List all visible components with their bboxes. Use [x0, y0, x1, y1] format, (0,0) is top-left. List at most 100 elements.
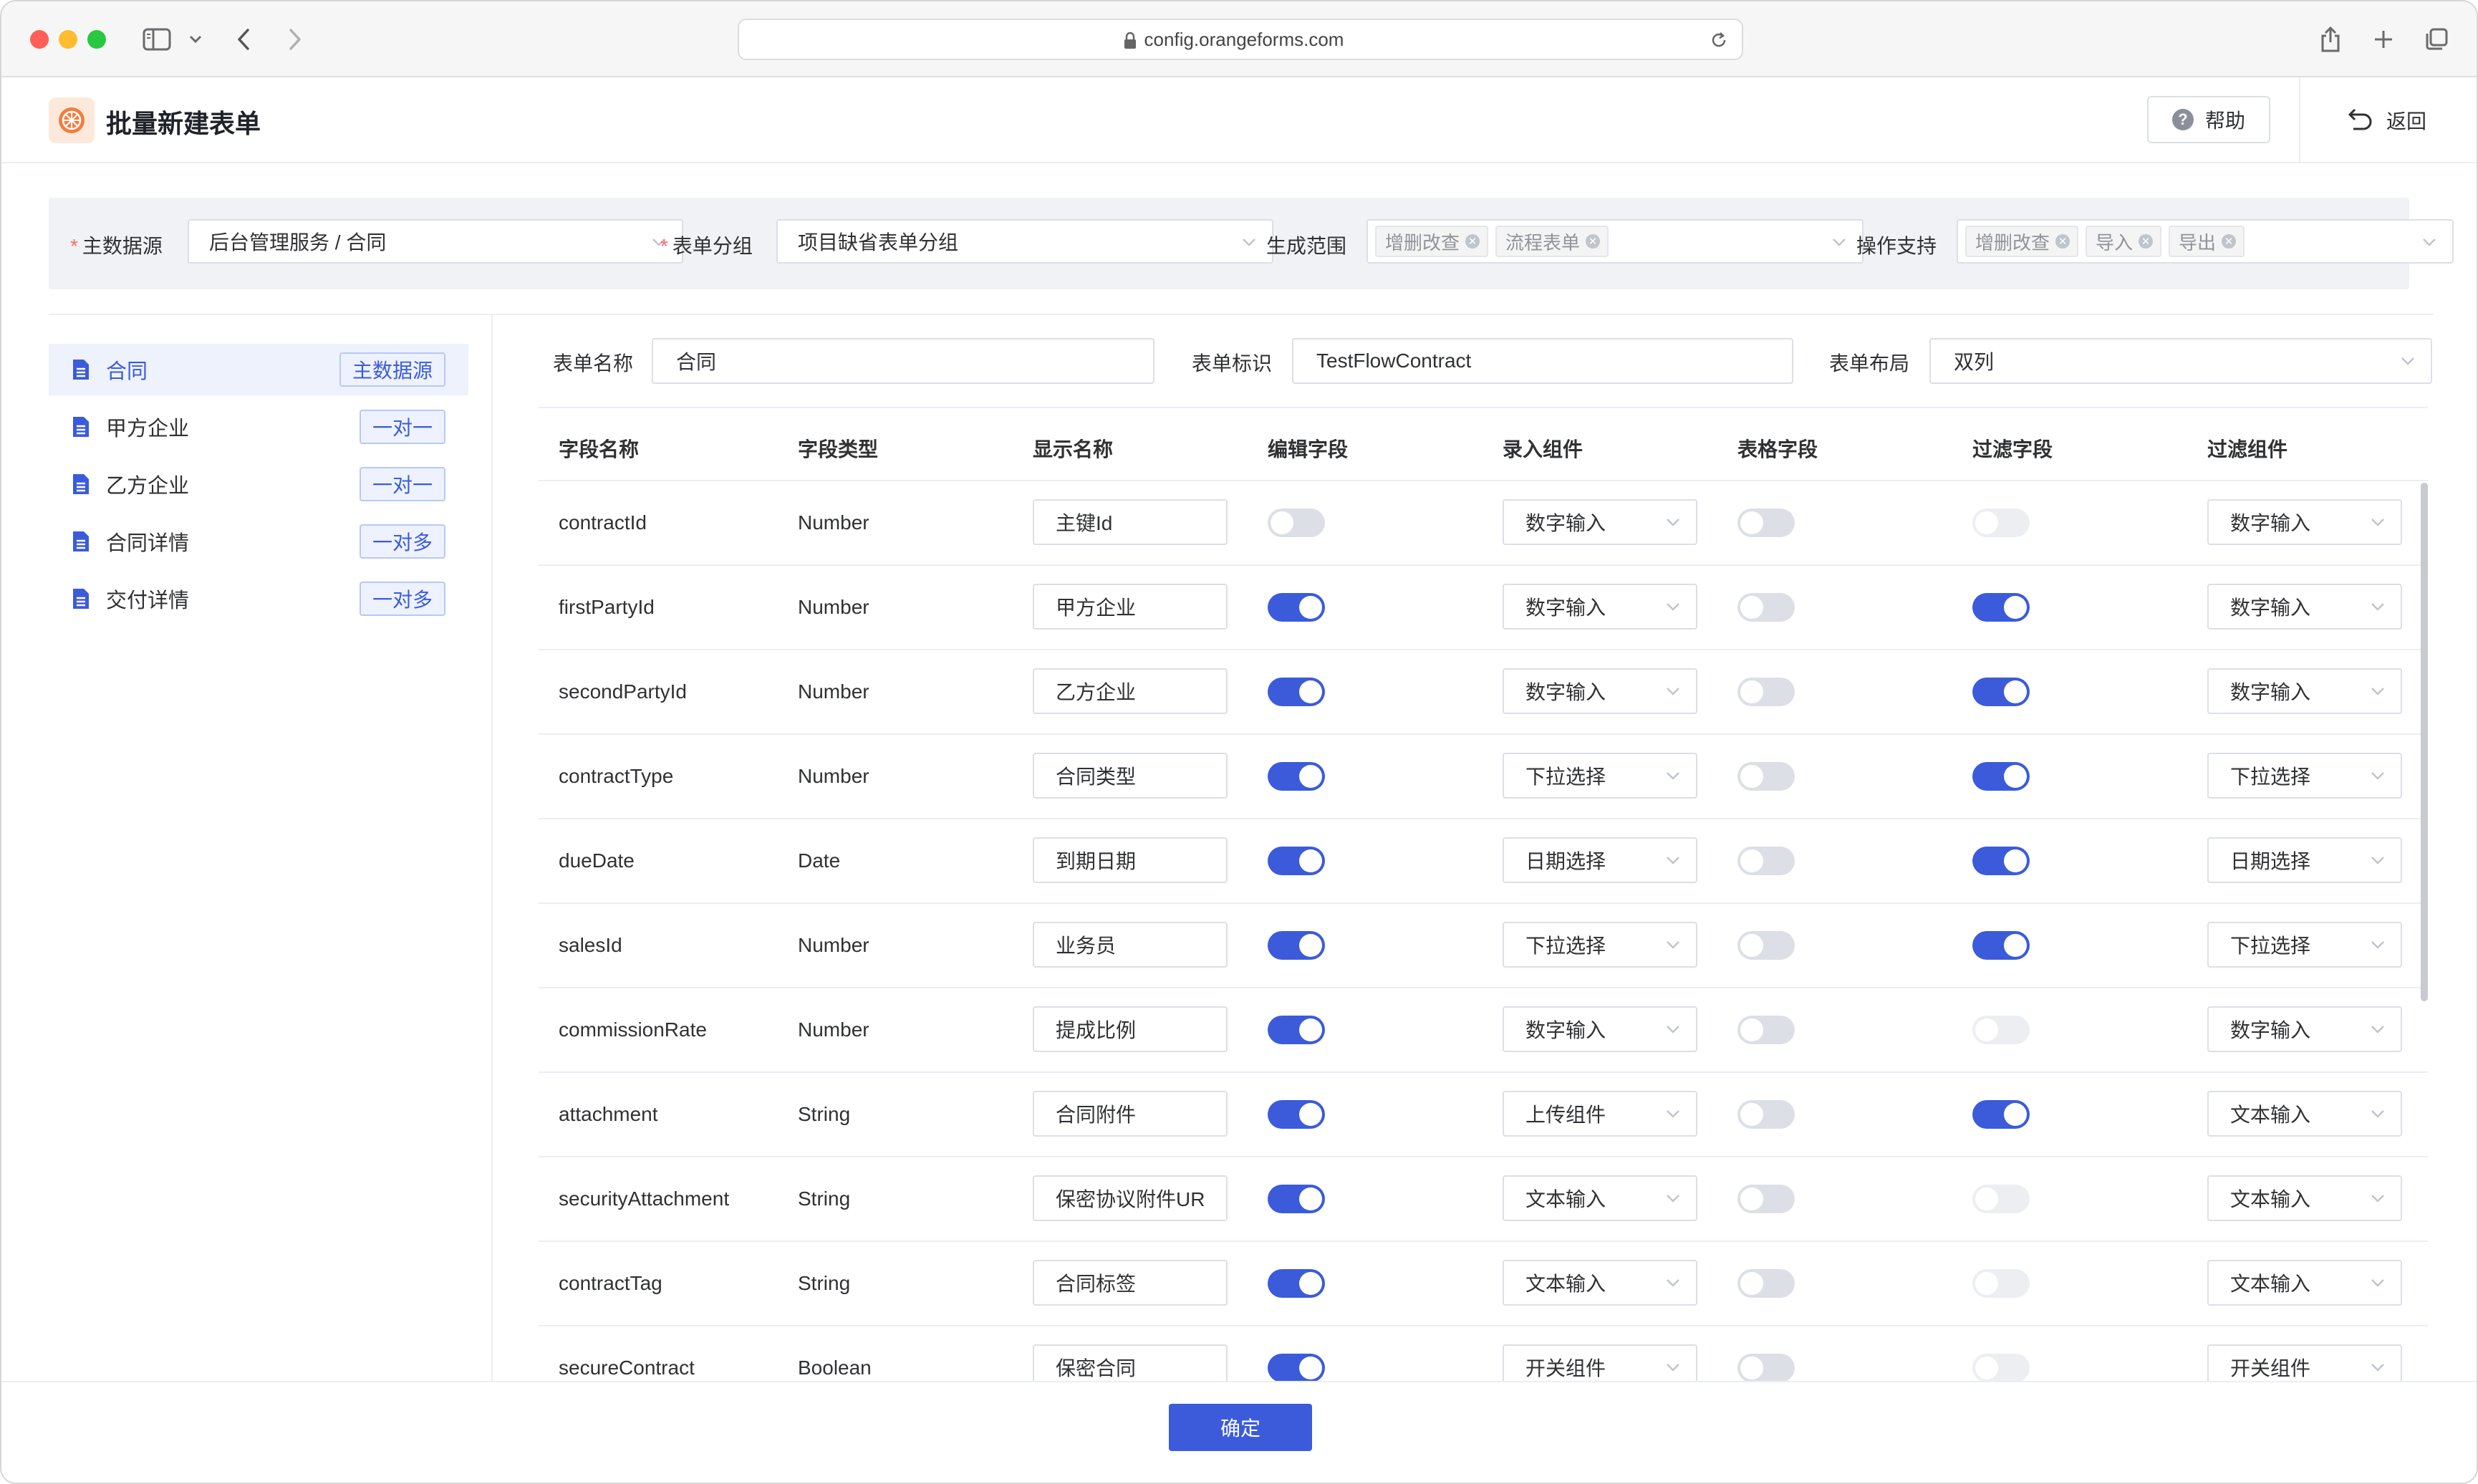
filter-field-switch[interactable] [1972, 1354, 2030, 1381]
back-arrow-icon[interactable] [229, 23, 258, 56]
input-component-select[interactable]: 日期选择 [1503, 837, 1697, 883]
form-layout-select[interactable]: 双列 [1929, 338, 2432, 384]
close-icon[interactable]: ✕ [2139, 234, 2154, 249]
display-name-input[interactable]: 合同类型 [1033, 753, 1228, 799]
grid-field-switch[interactable] [1737, 509, 1795, 537]
ops-tag[interactable]: 导出 ✕ [2169, 226, 2245, 257]
edit-field-switch[interactable] [1268, 1269, 1325, 1298]
chevron-down-icon[interactable] [185, 23, 206, 56]
input-component-select[interactable]: 数字输入 [1503, 499, 1697, 545]
grid-field-switch[interactable] [1737, 1016, 1795, 1044]
grid-field-switch[interactable] [1737, 847, 1795, 875]
confirm-button[interactable]: 确定 [1169, 1404, 1312, 1451]
grid-field-switch[interactable] [1737, 1269, 1795, 1298]
main-source-select[interactable]: 后台管理服务 / 合同 [188, 219, 683, 264]
ops-tag[interactable]: 导入 ✕ [2086, 226, 2162, 257]
grid-field-switch[interactable] [1737, 1354, 1795, 1381]
filter-component-select[interactable]: 开关组件 [2207, 1344, 2402, 1381]
input-component-select[interactable]: 数字输入 [1503, 668, 1697, 714]
datasource-item[interactable]: 合同详情 一对多 [49, 516, 468, 567]
edit-field-switch[interactable] [1268, 762, 1325, 791]
filter-field-switch[interactable] [1972, 593, 2030, 622]
filter-field-switch[interactable] [1972, 1185, 2030, 1213]
filter-field-switch[interactable] [1972, 931, 2030, 960]
input-component-select[interactable]: 下拉选择 [1503, 922, 1697, 968]
filter-component-select[interactable]: 数字输入 [2207, 668, 2402, 714]
tab-overview-icon[interactable] [2422, 23, 2451, 56]
filter-field-switch[interactable] [1972, 509, 2030, 537]
datasource-item[interactable]: 乙方企业 一对一 [49, 458, 468, 510]
edit-field-switch[interactable] [1268, 1100, 1325, 1129]
edit-field-switch[interactable] [1268, 593, 1325, 622]
datasource-item[interactable]: 合同 主数据源 [49, 344, 468, 395]
edit-field-switch[interactable] [1268, 1185, 1325, 1213]
filter-component-select[interactable]: 文本输入 [2207, 1260, 2402, 1306]
filter-component-select[interactable]: 文本输入 [2207, 1091, 2402, 1137]
new-tab-icon[interactable] [2369, 23, 2398, 56]
edit-field-switch[interactable] [1268, 509, 1325, 537]
display-name-input[interactable]: 乙方企业 [1033, 668, 1228, 714]
edit-field-switch[interactable] [1268, 1354, 1325, 1381]
grid-field-switch[interactable] [1737, 931, 1795, 960]
display-name-input[interactable]: 甲方企业 [1033, 584, 1228, 630]
datasource-item[interactable]: 甲方企业 一对一 [49, 401, 468, 453]
grid-field-switch[interactable] [1737, 762, 1795, 791]
edit-field-switch[interactable] [1268, 931, 1325, 960]
table-scrollbar[interactable] [2421, 483, 2428, 1001]
filter-component-select[interactable]: 下拉选择 [2207, 922, 2402, 968]
filter-field-switch[interactable] [1972, 1100, 2030, 1129]
display-name-input[interactable]: 业务员 [1033, 922, 1228, 968]
filter-field-switch[interactable] [1972, 762, 2030, 791]
share-icon[interactable] [2316, 23, 2345, 56]
display-name-input[interactable]: 合同附件 [1033, 1091, 1228, 1137]
form-id-input[interactable]: TestFlowContract [1292, 338, 1793, 384]
display-name-input[interactable]: 保密合同 [1033, 1344, 1228, 1381]
grid-field-switch[interactable] [1737, 1185, 1795, 1213]
zoom-window-button[interactable] [87, 30, 106, 49]
minimize-window-button[interactable] [59, 30, 77, 49]
close-icon[interactable]: ✕ [2055, 234, 2070, 249]
edit-field-switch[interactable] [1268, 678, 1325, 706]
datasource-item[interactable]: 交付详情 一对多 [49, 573, 468, 625]
close-icon[interactable]: ✕ [2222, 234, 2237, 249]
input-component-select[interactable]: 下拉选择 [1503, 753, 1697, 799]
input-component-select[interactable]: 数字输入 [1503, 584, 1697, 630]
grid-field-switch[interactable] [1737, 1100, 1795, 1129]
input-component-select[interactable]: 文本输入 [1503, 1175, 1697, 1221]
filter-component-select[interactable]: 文本输入 [2207, 1175, 2402, 1221]
ops-support-multiselect[interactable]: 增删改查 ✕ 导入 ✕ 导出 ✕ [1957, 219, 2454, 264]
filter-field-switch[interactable] [1972, 1269, 2030, 1298]
scope-tag[interactable]: 增删改查 ✕ [1375, 226, 1489, 257]
filter-component-select[interactable]: 日期选择 [2207, 837, 2402, 883]
input-component-select[interactable]: 文本输入 [1503, 1260, 1697, 1306]
input-component-select[interactable]: 开关组件 [1503, 1344, 1697, 1381]
input-component-select[interactable]: 数字输入 [1503, 1006, 1697, 1052]
filter-field-switch[interactable] [1972, 847, 2030, 875]
ops-tag[interactable]: 增删改查 ✕ [1965, 226, 2079, 257]
scope-tag[interactable]: 流程表单 ✕ [1495, 226, 1609, 257]
form-group-select[interactable]: 项目缺省表单分组 [776, 219, 1273, 264]
filter-component-select[interactable]: 数字输入 [2207, 499, 2402, 545]
help-button[interactable]: ? 帮助 [2147, 96, 2270, 143]
grid-field-switch[interactable] [1737, 593, 1795, 622]
close-icon[interactable]: ✕ [1465, 234, 1480, 249]
grid-field-switch[interactable] [1737, 678, 1795, 706]
close-icon[interactable]: ✕ [1586, 234, 1601, 249]
display-name-input[interactable]: 主键Id [1033, 499, 1228, 545]
sidebar-toggle-icon[interactable] [140, 23, 173, 56]
display-name-input[interactable]: 保密协议附件UR [1033, 1175, 1228, 1221]
gen-scope-multiselect[interactable]: 增删改查 ✕ 流程表单 ✕ [1366, 219, 1864, 264]
input-component-select[interactable]: 上传组件 [1503, 1091, 1697, 1137]
forward-arrow-icon[interactable] [281, 23, 309, 56]
edit-field-switch[interactable] [1268, 1016, 1325, 1044]
edit-field-switch[interactable] [1268, 847, 1325, 875]
filter-field-switch[interactable] [1972, 1016, 2030, 1044]
filter-component-select[interactable]: 数字输入 [2207, 1006, 2402, 1052]
display-name-input[interactable]: 合同标签 [1033, 1260, 1228, 1306]
back-button[interactable]: 返回 [2345, 105, 2426, 136]
address-bar[interactable]: config.orangeforms.com [738, 19, 1743, 60]
display-name-input[interactable]: 到期日期 [1033, 837, 1228, 883]
filter-component-select[interactable]: 下拉选择 [2207, 753, 2402, 799]
display-name-input[interactable]: 提成比例 [1033, 1006, 1228, 1052]
form-name-input[interactable]: 合同 [652, 338, 1154, 384]
